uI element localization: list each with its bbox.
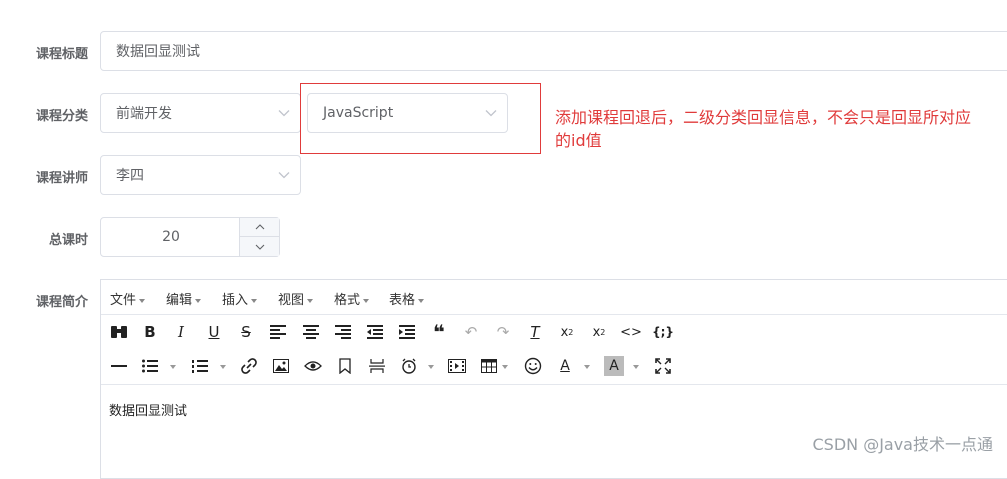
editor-toolbar: B I U S ❝ ↶ ↷ T x2 x2 <> {;} A A	[101, 315, 1007, 385]
menu-table-label: 表格	[389, 293, 416, 308]
menu-format-label: 格式	[334, 293, 361, 308]
align-left-icon[interactable]	[268, 322, 288, 342]
course-title-input[interactable]: 数据回显测试	[100, 31, 1007, 71]
subscript-icon[interactable]: x2	[557, 322, 577, 342]
stepper-buttons	[239, 218, 279, 256]
menu-insert[interactable]: 插入	[222, 289, 258, 308]
code-icon[interactable]: <>	[620, 322, 642, 342]
course-category-label: 课程分类	[35, 109, 88, 124]
image-icon[interactable]	[271, 356, 291, 376]
indent-icon[interactable]	[397, 322, 417, 342]
bookmark-icon[interactable]	[335, 356, 355, 376]
emoticon-icon[interactable]	[523, 356, 543, 376]
bold-icon[interactable]: B	[140, 322, 160, 342]
menu-file-label: 文件	[110, 293, 137, 308]
course-intro-label: 课程简介	[35, 295, 88, 310]
align-right-icon[interactable]	[333, 322, 353, 342]
clear-format-icon[interactable]: T	[525, 322, 545, 342]
time-icon[interactable]	[399, 356, 419, 376]
background-color-dropdown[interactable]	[633, 365, 639, 369]
chevron-down-icon	[255, 244, 264, 250]
bullet-list-dropdown[interactable]	[170, 365, 176, 369]
italic-icon[interactable]: I	[171, 322, 191, 342]
total-hours-value: 20	[162, 229, 180, 245]
menu-view-label: 视图	[278, 293, 305, 308]
media-icon[interactable]	[447, 356, 467, 376]
numbered-list-icon[interactable]	[190, 356, 210, 376]
preview-icon[interactable]	[303, 356, 323, 376]
background-color-icon[interactable]: A	[604, 356, 624, 376]
increase-button[interactable]	[240, 218, 279, 237]
total-hours-stepper[interactable]: 20	[100, 217, 280, 257]
strikethrough-icon[interactable]: S	[236, 322, 256, 342]
chevron-down-icon	[278, 110, 290, 117]
menu-file[interactable]: 文件	[110, 289, 146, 308]
numbered-list-dropdown[interactable]	[220, 365, 226, 369]
primary-category-value: 前端开发	[116, 106, 172, 122]
chevron-up-icon	[255, 224, 264, 230]
blockquote-icon[interactable]: ❝	[429, 320, 449, 344]
text-color-dropdown[interactable]	[584, 365, 590, 369]
fullscreen-icon[interactable]	[653, 356, 673, 376]
bullet-list-icon[interactable]	[140, 356, 160, 376]
watermark: CSDN @Java技术一点通	[812, 435, 993, 454]
course-teacher-label: 课程讲师	[35, 171, 88, 186]
menu-insert-label: 插入	[222, 293, 249, 308]
decrease-button[interactable]	[240, 237, 279, 256]
menu-edit[interactable]: 编辑	[166, 289, 202, 308]
primary-category-select[interactable]: 前端开发	[100, 93, 301, 133]
total-hours-label: 总课时	[48, 233, 88, 248]
table-dropdown[interactable]	[502, 365, 508, 369]
page-break-icon[interactable]	[367, 356, 387, 376]
course-title-value: 数据回显测试	[116, 44, 200, 60]
editor-content[interactable]: 数据回显测试	[109, 400, 187, 419]
binoculars-icon[interactable]	[109, 322, 129, 342]
text-color-icon[interactable]: A	[555, 356, 575, 376]
time-dropdown[interactable]	[428, 365, 434, 369]
teacher-value: 李四	[116, 168, 144, 184]
code-block-icon[interactable]: {;}	[652, 322, 674, 342]
menu-view[interactable]: 视图	[278, 289, 314, 308]
teacher-select[interactable]: 李四	[100, 155, 301, 195]
chevron-down-icon	[278, 172, 290, 179]
table-icon[interactable]	[479, 356, 499, 376]
horizontal-rule-icon[interactable]	[109, 356, 129, 376]
redo-icon[interactable]: ↷	[493, 322, 513, 342]
menu-edit-label: 编辑	[166, 293, 193, 308]
annotation-frame	[300, 83, 541, 154]
link-icon[interactable]	[239, 356, 259, 376]
outdent-icon[interactable]	[365, 322, 385, 342]
undo-icon[interactable]: ↶	[461, 322, 481, 342]
menu-format[interactable]: 格式	[334, 289, 370, 308]
underline-icon[interactable]: U	[204, 322, 224, 342]
menu-table[interactable]: 表格	[389, 289, 425, 308]
align-center-icon[interactable]	[301, 322, 321, 342]
superscript-icon[interactable]: x2	[589, 322, 609, 342]
annotation-note: 添加课程回退后，二级分类回显信息，不会只是回显所对应的id值	[555, 108, 972, 150]
editor-menubar: 文件 编辑 插入 视图 格式 表格	[101, 280, 1007, 315]
course-title-label: 课程标题	[35, 47, 88, 62]
